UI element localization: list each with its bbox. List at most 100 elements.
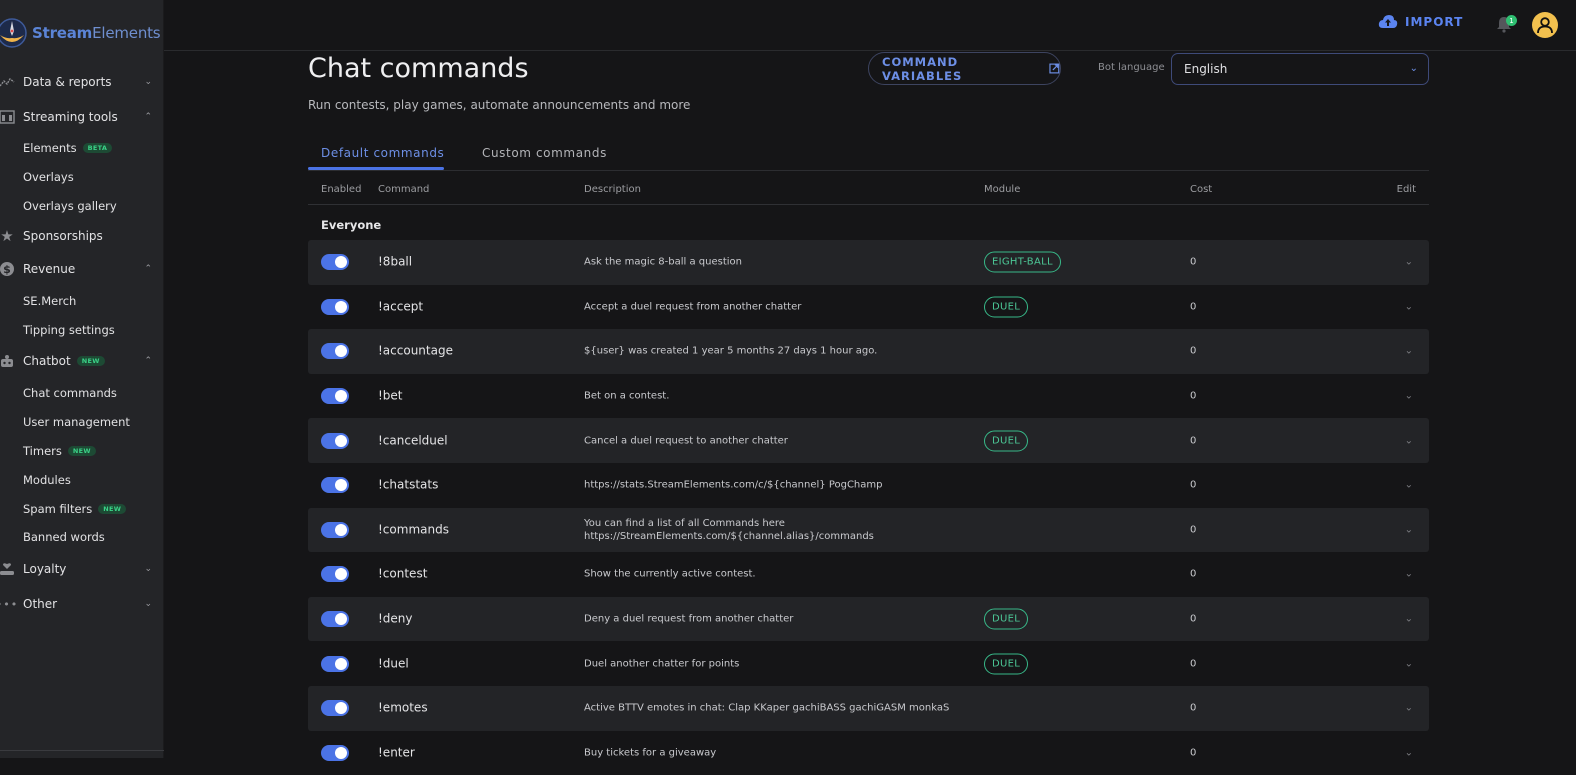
sidebar-group-loyalty[interactable]: Loyalty ⌄ xyxy=(0,552,164,587)
enabled-toggle[interactable] xyxy=(321,700,349,717)
enabled-toggle[interactable] xyxy=(321,744,349,761)
brand-light: Elements xyxy=(92,24,161,42)
sidebar-group-revenue[interactable]: $ Revenue ⌃ xyxy=(0,251,164,286)
expand-chevron-icon[interactable]: ⌄ xyxy=(1405,569,1413,580)
header-description: Description xyxy=(584,184,641,195)
command-description: Accept a duel request from another chatt… xyxy=(584,301,802,313)
chevron-up-icon: ⌃ xyxy=(144,263,152,274)
tab-default-commands[interactable]: Default commands xyxy=(321,146,444,160)
streaming-tools-icon xyxy=(0,108,16,126)
brand-name: StreamElements xyxy=(32,24,161,42)
command-cost: 0 xyxy=(1190,747,1197,759)
import-button[interactable]: IMPORT xyxy=(1378,14,1463,29)
enabled-toggle[interactable] xyxy=(321,521,349,538)
enabled-toggle[interactable] xyxy=(321,655,349,672)
command-description: https://stats.StreamElements.com/c/${cha… xyxy=(584,479,883,491)
expand-chevron-icon[interactable]: ⌄ xyxy=(1405,480,1413,491)
expand-chevron-icon[interactable]: ⌄ xyxy=(1405,703,1413,714)
sidebar-item-label: Spam filters xyxy=(23,501,93,516)
command-cost: 0 xyxy=(1190,702,1197,714)
enabled-toggle[interactable] xyxy=(321,477,349,494)
command-variables-button[interactable]: COMMAND VARIABLES xyxy=(868,52,1061,85)
enabled-toggle[interactable] xyxy=(321,566,349,583)
sidebar-group-data-reports[interactable]: Data & reports ⌄ xyxy=(0,64,164,99)
sidebar-item-modules[interactable]: Modules xyxy=(0,465,164,494)
sidebar-divider xyxy=(0,750,164,751)
enabled-toggle[interactable] xyxy=(321,611,349,628)
svg-text:$: $ xyxy=(3,263,11,276)
chevron-down-icon: ⌄ xyxy=(144,76,152,87)
command-name: !duel xyxy=(378,655,409,670)
sidebar-nav: Data & reports ⌄ Streaming tools ⌃ Eleme… xyxy=(0,64,164,622)
enabled-toggle[interactable] xyxy=(321,388,349,405)
sidebar-item-se-merch[interactable]: SE.Merch xyxy=(0,286,164,315)
command-description: Buy tickets for a giveaway xyxy=(584,747,717,759)
command-name: !deny xyxy=(378,611,413,626)
command-description: Bet on a contest. xyxy=(584,390,670,402)
sidebar-item-chat-commands[interactable]: Chat commands xyxy=(0,379,164,408)
active-tab-indicator xyxy=(308,167,444,170)
new-badge: NEW xyxy=(76,356,105,367)
module-badge: DUEL xyxy=(984,296,1029,318)
expand-chevron-icon[interactable]: ⌄ xyxy=(1405,391,1413,402)
sidebar-item-overlays[interactable]: Overlays xyxy=(0,163,164,192)
header-command: Command xyxy=(378,184,430,195)
sidebar-group-label: Loyalty xyxy=(23,562,67,577)
chevron-down-icon: ⌄ xyxy=(144,564,152,575)
sidebar-group-label: Streaming tools xyxy=(23,109,118,124)
logo[interactable]: StreamElements xyxy=(0,16,161,50)
sidebar-item-banned-words[interactable]: Banned words xyxy=(0,523,164,552)
sidebar-group-label: Chatbot xyxy=(23,354,71,369)
command-cost: 0 xyxy=(1190,613,1197,625)
enabled-toggle[interactable] xyxy=(321,298,349,315)
sidebar-item-user-management[interactable]: User management xyxy=(0,408,164,437)
command-description: Deny a duel request from another chatter xyxy=(584,613,794,625)
header-module: Module xyxy=(984,184,1021,195)
expand-chevron-icon[interactable]: ⌄ xyxy=(1405,435,1413,446)
expand-chevron-icon[interactable]: ⌄ xyxy=(1405,346,1413,357)
command-description: Ask the magic 8-ball a question xyxy=(584,256,742,268)
header-cost: Cost xyxy=(1190,184,1213,195)
expand-chevron-icon[interactable]: ⌄ xyxy=(1405,524,1413,535)
expand-chevron-icon[interactable]: ⌄ xyxy=(1405,614,1413,625)
table-header: Enabled Command Description Module Cost … xyxy=(308,176,1429,205)
sidebar-item-elements[interactable]: Elements BETA xyxy=(0,134,164,163)
sidebar-group-chatbot[interactable]: Chatbot NEW ⌃ xyxy=(0,344,164,379)
sidebar-group-sponsorships[interactable]: ★ Sponsorships xyxy=(0,220,164,251)
sidebar-item-timers[interactable]: Timers NEW xyxy=(0,437,164,466)
enabled-toggle[interactable] xyxy=(321,254,349,271)
command-tabs: Default commands Custom commands xyxy=(308,138,1429,171)
command-description: ${user} was created 1 year 5 months 27 d… xyxy=(584,345,878,357)
command-cost: 0 xyxy=(1190,479,1197,491)
expand-chevron-icon[interactable]: ⌄ xyxy=(1405,301,1413,312)
sidebar-item-spam-filters[interactable]: Spam filters NEW xyxy=(0,494,164,523)
new-badge: NEW xyxy=(67,445,96,456)
bot-language-select[interactable]: English ⌄ xyxy=(1171,53,1429,85)
page-subtitle: Run contests, play games, automate annou… xyxy=(308,98,691,112)
expand-chevron-icon[interactable]: ⌄ xyxy=(1405,747,1413,758)
expand-chevron-icon[interactable]: ⌄ xyxy=(1405,257,1413,268)
command-cost: 0 xyxy=(1190,345,1197,357)
sidebar-group-label: Sponsorships xyxy=(23,228,103,243)
table-row: !accept Accept a duel request from anothe… xyxy=(308,285,1429,330)
sidebar-group-other[interactable]: ••• Other ⌄ xyxy=(0,587,164,622)
command-cost: 0 xyxy=(1190,435,1197,447)
sidebar-item-label: Timers xyxy=(23,443,62,458)
expand-chevron-icon[interactable]: ⌄ xyxy=(1405,658,1413,669)
enabled-toggle[interactable] xyxy=(321,343,349,360)
sidebar-group-streaming-tools[interactable]: Streaming tools ⌃ xyxy=(0,99,164,134)
enabled-toggle[interactable] xyxy=(321,432,349,449)
command-description: Cancel a duel request to another chatter xyxy=(584,435,788,447)
command-cost: 0 xyxy=(1190,524,1197,536)
user-avatar[interactable] xyxy=(1532,12,1558,38)
chevron-down-icon: ⌄ xyxy=(1409,63,1418,74)
table-row: !contest Show the currently active contes… xyxy=(308,552,1429,597)
table-row: !enter Buy tickets for a giveaway 0 ⌄ xyxy=(308,731,1429,775)
page-title: Chat commands xyxy=(308,53,529,84)
tab-custom-commands[interactable]: Custom commands xyxy=(482,146,607,160)
table-row: !commands You can find a list of all Comm… xyxy=(308,507,1429,553)
table-row: !8ball Ask the magic 8-ball a question EIG… xyxy=(308,240,1429,285)
sidebar-item-tipping-settings[interactable]: Tipping settings xyxy=(0,315,164,344)
user-icon xyxy=(1537,17,1553,34)
sidebar-item-overlays-gallery[interactable]: Overlays gallery xyxy=(0,192,164,221)
